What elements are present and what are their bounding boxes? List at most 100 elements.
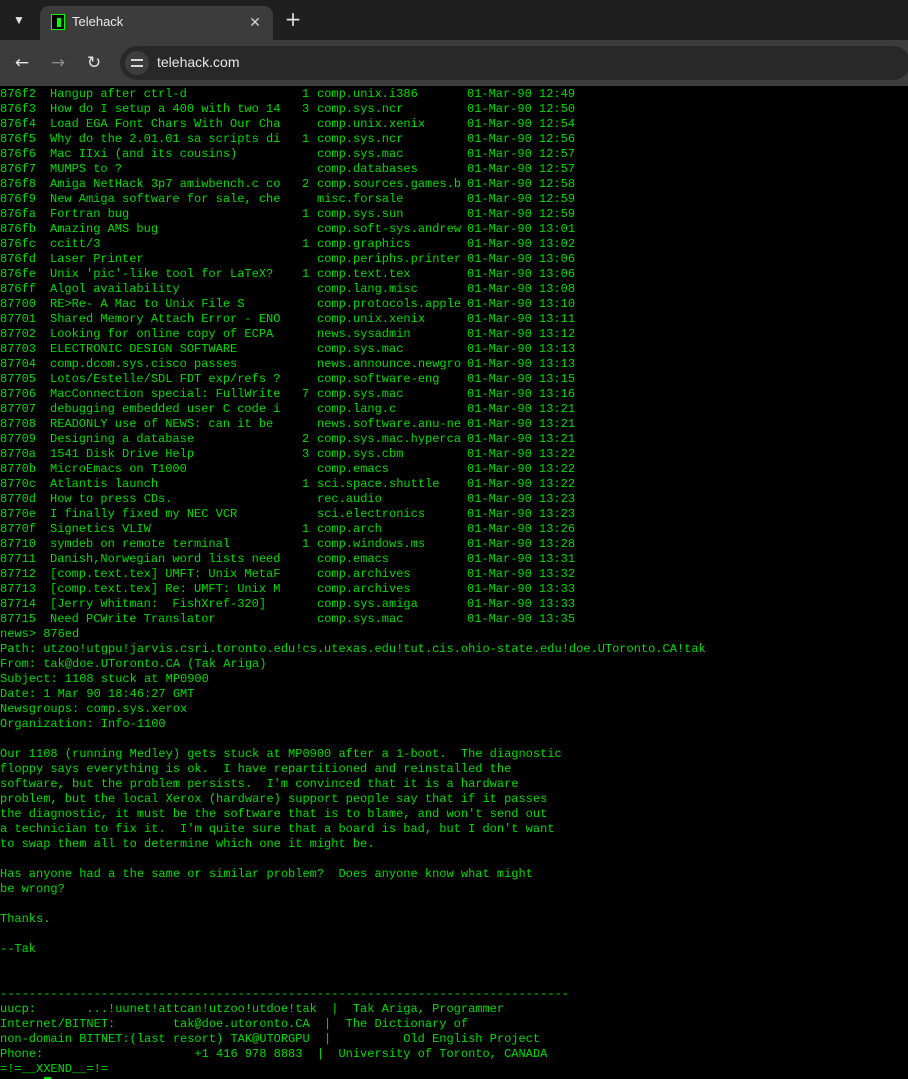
article-subject: New Amiga software for sale, che: [50, 192, 281, 206]
article-id: 87705: [0, 372, 37, 386]
article-subject: Designing a database: [50, 432, 195, 446]
reply-count: 3: [302, 447, 310, 461]
article-subject: Looking for online copy of ECPA: [50, 327, 274, 341]
newsgroup: comp.unix.i386: [317, 87, 418, 101]
post-date: 01-Mar-90 13:16: [467, 387, 576, 401]
newsgroup: comp.sys.amiga: [317, 597, 418, 611]
article-id: 876f4: [0, 117, 37, 131]
article-line: Has anyone had a the same or similar pro…: [0, 867, 533, 881]
newsgroup: comp.text.tex: [317, 267, 411, 281]
article-id: 876fd: [0, 252, 37, 266]
article-line: to swap them all to determine which one …: [0, 837, 375, 851]
close-icon[interactable]: ✕: [246, 13, 264, 31]
post-date: 01-Mar-90 13:21: [467, 417, 576, 431]
reply-count: 1: [302, 132, 310, 146]
post-date: 01-Mar-90 13:26: [467, 522, 576, 536]
newsgroup: comp.emacs: [317, 462, 390, 476]
post-date: 01-Mar-90 13:23: [467, 492, 576, 506]
article-line: ----------------------------------------…: [0, 987, 569, 1001]
article-subject: Fortran bug: [50, 207, 130, 221]
tab-title: Telehack: [72, 14, 124, 29]
newsgroup: comp.sys.mac.hyperca: [317, 432, 462, 446]
post-date: 01-Mar-90 13:22: [467, 477, 576, 491]
article-id: 87704: [0, 357, 37, 371]
post-date: 01-Mar-90 12:57: [467, 162, 576, 176]
newsgroup: comp.sys.ncr: [317, 102, 404, 116]
article-subject: symdeb on remote terminal: [50, 537, 231, 551]
article-subject: MicroEmacs on T1000: [50, 462, 187, 476]
article-id: 876f6: [0, 147, 37, 161]
post-date: 01-Mar-90 13:21: [467, 432, 576, 446]
chevron-down-icon[interactable]: ▼: [6, 7, 32, 33]
article-id: 87710: [0, 537, 37, 551]
newsgroup: comp.sys.ncr: [317, 132, 404, 146]
post-date: 01-Mar-90 13:08: [467, 282, 576, 296]
newsgroup: comp.sources.games.b: [317, 177, 462, 191]
newsgroup: comp.unix.xenix: [317, 117, 426, 131]
newsgroup: rec.audio: [317, 492, 382, 506]
article-subject: How to press CDs.: [50, 492, 173, 506]
article-id: 876f3: [0, 102, 37, 116]
arrow-right-icon[interactable]: →: [45, 50, 71, 76]
tab-telehack[interactable]: Telehack ✕: [40, 6, 273, 40]
reply-count: 2: [302, 432, 310, 446]
plus-icon[interactable]: +: [282, 8, 304, 30]
reload-icon[interactable]: ↻: [81, 50, 107, 76]
article-line: Internet/BITNET: tak@doe.utoronto.CA | T…: [0, 1017, 469, 1031]
post-date: 01-Mar-90 13:01: [467, 222, 576, 236]
post-date: 01-Mar-90 12:54: [467, 117, 576, 131]
article-id: 8770e: [0, 507, 37, 521]
newsgroup: comp.archives: [317, 582, 411, 596]
article-subject: Amiga NetHack 3p7 amiwbench.c co: [50, 177, 281, 191]
post-date: 01-Mar-90 13:13: [467, 357, 576, 371]
article-subject: MUMPS to ?: [50, 162, 123, 176]
article-subject: [comp.text.tex] UMFT: Unix MetaF: [50, 567, 281, 581]
article-subject: Algol availability: [50, 282, 180, 296]
article-subject: Mac IIxi (and its cousins): [50, 147, 238, 161]
reply-count: 1: [302, 207, 310, 221]
article-subject: READONLY use of NEWS: can it be: [50, 417, 274, 431]
article-line: be wrong?: [0, 882, 65, 896]
article-line: Path: utzoo!utgpu!jarvis.csri.toronto.ed…: [0, 642, 706, 656]
newsgroup: comp.lang.misc: [317, 282, 418, 296]
article-line: Our 1108 (running Medley) gets stuck at …: [0, 747, 562, 761]
post-date: 01-Mar-90 13:23: [467, 507, 576, 521]
article-id: 876fa: [0, 207, 37, 221]
arrow-left-icon[interactable]: ←: [9, 50, 35, 76]
article-line: --Tak: [0, 942, 37, 956]
post-date: 01-Mar-90 13:33: [467, 597, 576, 611]
article-id: 87711: [0, 552, 37, 566]
newsgroup: misc.forsale: [317, 192, 404, 206]
newsgroup: comp.emacs: [317, 552, 390, 566]
article-line: uucp: ...!uunet!attcan!utzoo!utdoe!tak |…: [0, 1002, 505, 1016]
article-subject: Amazing AMS bug: [50, 222, 159, 236]
newsgroup: comp.sys.mac: [317, 612, 404, 626]
article-subject: ccitt/3: [50, 237, 101, 251]
article-id: 876fc: [0, 237, 37, 251]
article-subject: How do I setup a 400 with two 14: [50, 102, 281, 116]
newsgroup: news.announce.newgro: [317, 357, 462, 371]
newsgroup: comp.windows.ms: [317, 537, 426, 551]
post-date: 01-Mar-90 13:06: [467, 267, 576, 281]
newsgroup: news.software.anu-ne: [317, 417, 462, 431]
reply-count: 7: [302, 387, 310, 401]
article-line: non-domain BITNET:(last resort) TAK@UTOR…: [0, 1032, 541, 1046]
newsgroup: comp.periphs.printer: [317, 252, 462, 266]
article-subject: RE>Re- A Mac to Unix File S: [50, 297, 245, 311]
newsgroup: comp.unix.xenix: [317, 312, 426, 326]
reply-count: 1: [302, 87, 310, 101]
post-date: 01-Mar-90 12:58: [467, 177, 576, 191]
article-subject: Laser Printer: [50, 252, 144, 266]
address-bar[interactable]: telehack.com: [120, 46, 908, 80]
article-id: 876f8: [0, 177, 37, 191]
article-subject: Signetics VLIW: [50, 522, 151, 536]
article-line: the diagnostic, it must be the software …: [0, 807, 548, 821]
tune-icon[interactable]: [125, 51, 149, 75]
article-line: Thanks.: [0, 912, 51, 926]
article-subject: Shared Memory Attach Error - ENO: [50, 312, 281, 326]
article-subject: Need PCWrite Translator: [50, 612, 216, 626]
terminal-screen[interactable]: 876f2 Hangup after ctrl-d 1 comp.unix.i386 0…: [0, 86, 908, 1079]
post-date: 01-Mar-90 13:15: [467, 372, 576, 386]
article-id: 876ff: [0, 282, 37, 296]
article-line: problem, but the local Xerox (hardware) …: [0, 792, 548, 806]
